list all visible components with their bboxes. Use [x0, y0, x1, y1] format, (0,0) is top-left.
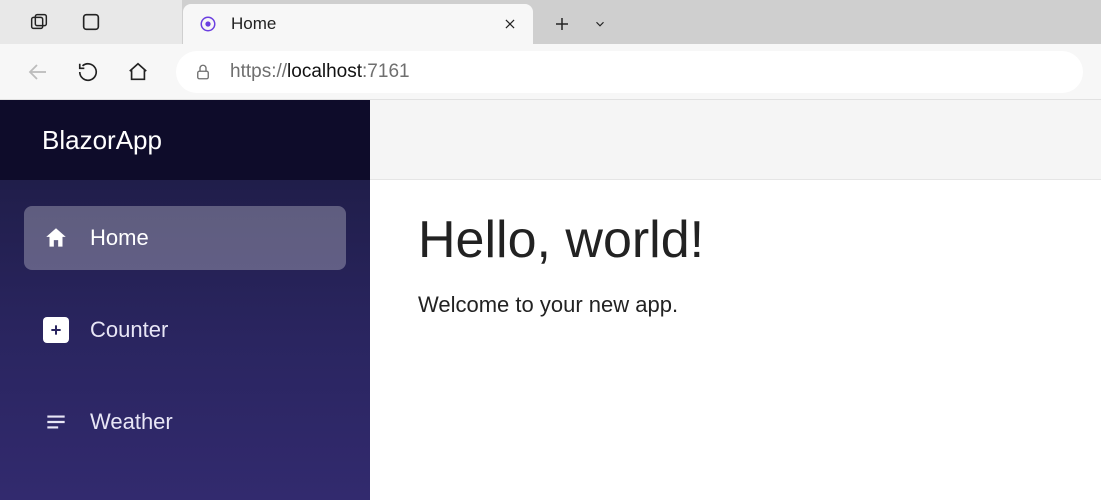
- page-heading: Hello, world!: [418, 210, 1053, 270]
- new-tab-button[interactable]: [547, 9, 577, 39]
- refresh-button[interactable]: [68, 52, 108, 92]
- home-icon: [42, 224, 70, 252]
- close-tab-icon[interactable]: [501, 15, 519, 33]
- nav-item-counter[interactable]: Counter: [24, 298, 346, 362]
- tab-actions-icon[interactable]: [24, 7, 54, 37]
- lock-icon: [194, 63, 212, 81]
- tab-strip-left-controls: [0, 0, 183, 44]
- nav-item-home[interactable]: Home: [24, 206, 346, 270]
- nav-label-weather: Weather: [90, 409, 173, 435]
- back-button[interactable]: [18, 52, 58, 92]
- content-body: Hello, world! Welcome to your new app.: [370, 180, 1101, 348]
- browser-toolbar: https://localhost:7161: [0, 44, 1101, 100]
- url-scheme: https://: [230, 61, 287, 83]
- plus-icon: [42, 316, 70, 344]
- nav-item-weather[interactable]: Weather: [24, 390, 346, 454]
- app-brand[interactable]: BlazorApp: [0, 100, 370, 180]
- browser-tab-strip: Home: [0, 0, 1101, 44]
- url-port: :7161: [362, 61, 410, 83]
- vertical-tabs-icon[interactable]: [76, 7, 106, 37]
- nav-label-counter: Counter: [90, 317, 168, 343]
- tab-menu-chevron-icon[interactable]: [585, 9, 615, 39]
- sidebar-nav: Home Counter: [0, 180, 370, 480]
- tab-title: Home: [231, 14, 501, 34]
- home-button[interactable]: [118, 52, 158, 92]
- new-tab-area: [533, 4, 629, 44]
- sidebar: BlazorApp Home Counter: [0, 100, 370, 500]
- welcome-text: Welcome to your new app.: [418, 292, 1053, 318]
- main-content: Hello, world! Welcome to your new app.: [370, 100, 1101, 500]
- content-top-row: [370, 100, 1101, 180]
- list-icon: [42, 408, 70, 436]
- address-bar[interactable]: https://localhost:7161: [176, 51, 1083, 93]
- app-page: BlazorApp Home Counter: [0, 100, 1101, 500]
- browser-tab-home[interactable]: Home: [183, 4, 533, 44]
- url-host: localhost: [287, 61, 362, 83]
- nav-label-home: Home: [90, 225, 149, 251]
- blazor-favicon-icon: [199, 15, 217, 33]
